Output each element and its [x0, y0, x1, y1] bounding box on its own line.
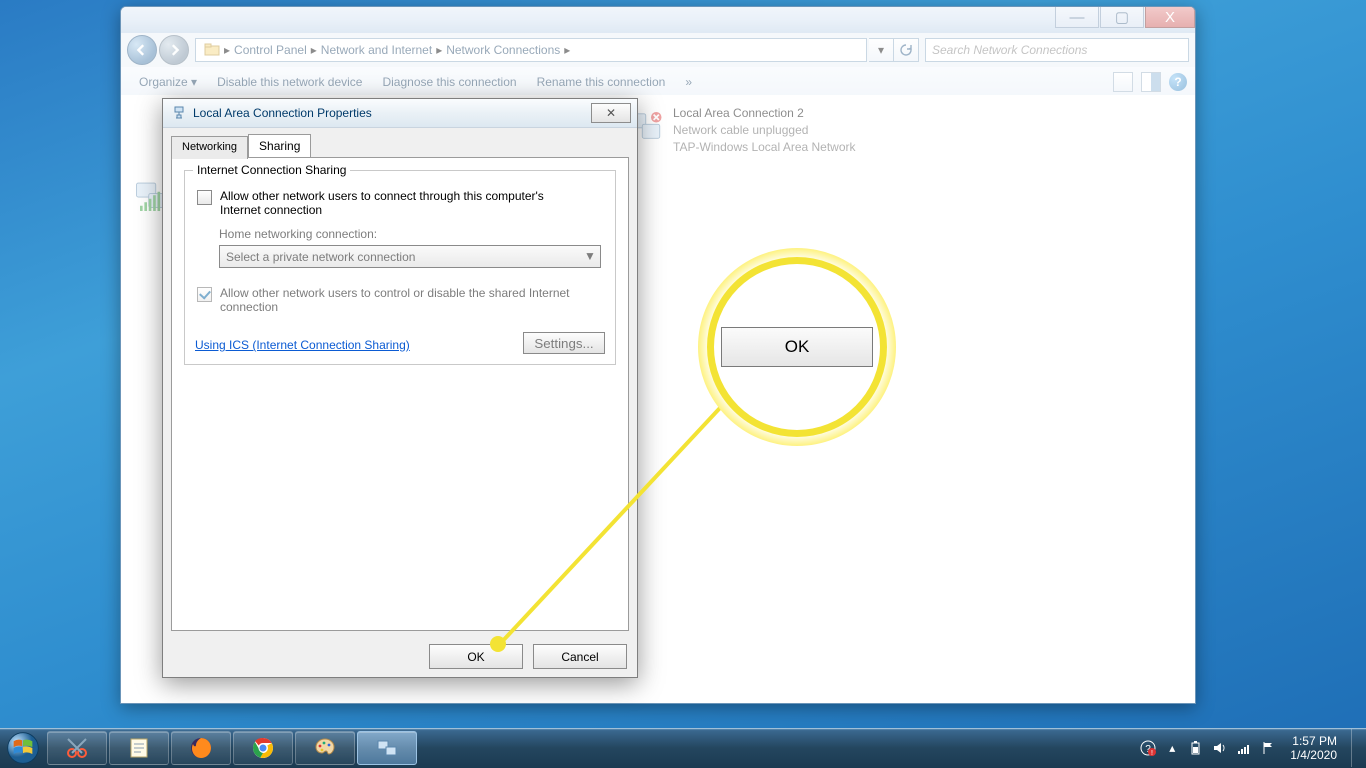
allow-connect-checkbox[interactable]: [197, 190, 212, 205]
show-desktop-button[interactable]: [1351, 729, 1360, 767]
cancel-button[interactable]: Cancel: [533, 644, 627, 669]
allow-control-label: Allow other network users to control or …: [220, 286, 580, 314]
task-firefox[interactable]: [171, 731, 231, 765]
volume-icon[interactable]: [1212, 740, 1228, 756]
settings-button[interactable]: Settings...: [523, 332, 605, 354]
allow-control-checkbox[interactable]: [197, 287, 212, 302]
task-paint[interactable]: [295, 731, 355, 765]
task-snipping-tool[interactable]: [47, 731, 107, 765]
network-tray-icon[interactable]: [1236, 740, 1252, 756]
tab-panel-sharing: Internet Connection Sharing Allow other …: [171, 157, 629, 631]
properties-dialog: Local Area Connection Properties ✕ Netwo…: [162, 98, 638, 678]
network-icon: [171, 105, 187, 121]
system-tray[interactable]: ?! ▴ 1:57 PM 1/4/2020: [1140, 728, 1366, 768]
callout-ok-button: OK: [721, 327, 873, 367]
dialog-title: Local Area Connection Properties: [193, 106, 372, 120]
task-notepad[interactable]: [109, 731, 169, 765]
home-connection-label: Home networking connection:: [219, 227, 605, 241]
clock-date: 1/4/2020: [1290, 748, 1337, 762]
tab-sharing[interactable]: Sharing: [248, 134, 311, 157]
svg-text:!: !: [1151, 750, 1153, 756]
callout-anchor-dot: [490, 636, 506, 652]
taskbar[interactable]: ?! ▴ 1:57 PM 1/4/2020: [0, 728, 1366, 768]
combo-value: Select a private network connection: [226, 250, 415, 264]
ics-help-link[interactable]: Using ICS (Internet Connection Sharing): [195, 338, 410, 352]
tray-overflow-icon[interactable]: ▴: [1164, 740, 1180, 756]
home-connection-combo[interactable]: Select a private network connection ▼: [219, 245, 601, 268]
dialog-titlebar[interactable]: Local Area Connection Properties ✕: [163, 99, 637, 128]
tab-networking[interactable]: Networking: [171, 136, 248, 159]
battery-icon[interactable]: [1188, 740, 1204, 756]
clock[interactable]: 1:57 PM 1/4/2020: [1284, 734, 1343, 762]
flag-icon[interactable]: [1260, 740, 1276, 756]
chevron-down-icon: ▼: [582, 248, 598, 263]
dialog-close-button[interactable]: ✕: [591, 103, 631, 123]
ics-group: Internet Connection Sharing Allow other …: [184, 170, 616, 365]
clock-time: 1:57 PM: [1290, 734, 1337, 748]
action-center-icon[interactable]: ?!: [1140, 740, 1156, 756]
start-button[interactable]: [0, 728, 46, 768]
callout-magnifier: OK: [698, 248, 896, 446]
group-title: Internet Connection Sharing: [193, 163, 350, 177]
ok-button[interactable]: OK: [429, 644, 523, 669]
task-chrome[interactable]: [233, 731, 293, 765]
task-network-connections[interactable]: [357, 731, 417, 765]
allow-connect-label: Allow other network users to connect thr…: [220, 189, 580, 217]
